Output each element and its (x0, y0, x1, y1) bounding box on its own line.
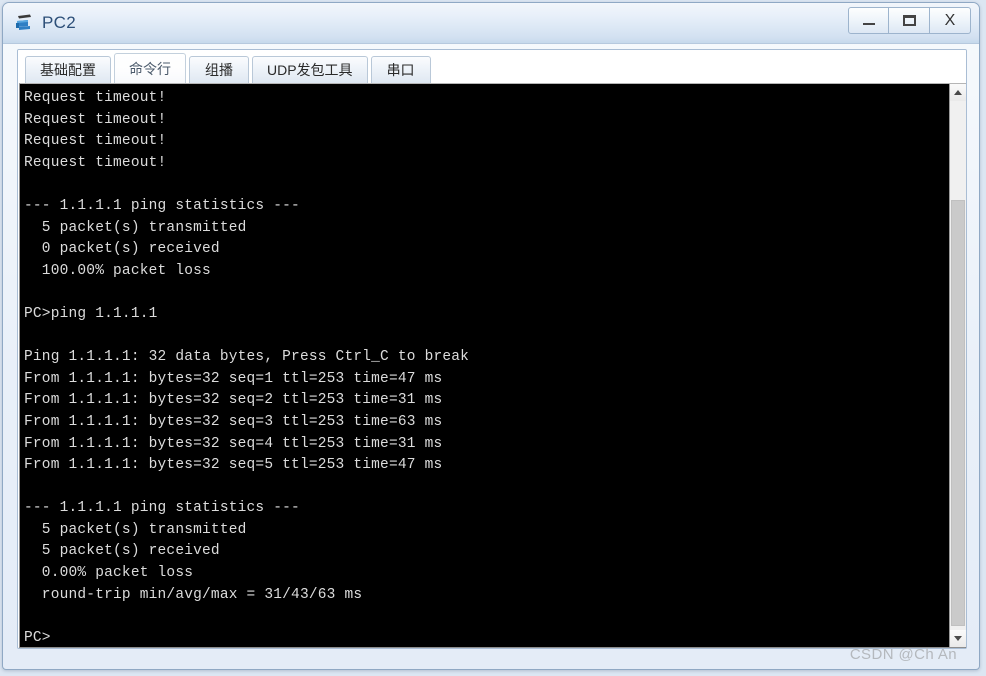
terminal-line: 0 packet(s) received (24, 241, 220, 258)
terminal-line: --- 1.1.1.1 ping statistics --- (24, 197, 300, 214)
close-icon: X (944, 11, 956, 29)
title-bar[interactable]: PC2 X (3, 3, 979, 44)
terminal-scrollbar[interactable] (949, 84, 966, 647)
maximize-button[interactable] (889, 7, 930, 34)
client-area: 基础配置 命令行 组播 UDP发包工具 串口 Request timeout! R… (17, 49, 967, 649)
tab-multicast[interactable]: 组播 (189, 56, 249, 83)
watermark-text: CSDN @Ch An (849, 646, 957, 663)
terminal-line: From 1.1.1.1: bytes=32 seq=4 ttl=253 tim… (24, 435, 443, 452)
tab-label: 命令行 (129, 60, 171, 77)
minimize-button[interactable] (848, 7, 889, 34)
terminal-line: 0.00% packet loss (24, 565, 194, 582)
maximize-icon (902, 15, 916, 26)
tab-udp-tool[interactable]: UDP发包工具 (252, 56, 368, 83)
tab-serial-port[interactable]: 串口 (370, 56, 431, 83)
terminal-line: 100.00% packet loss (24, 262, 211, 279)
terminal-line: Request timeout! (24, 133, 167, 150)
scrollbar-track[interactable] (950, 101, 966, 630)
chevron-up-icon (954, 90, 962, 95)
pc2-window: PC2 X 基础配置 命令行 组播 UDP发包工具 串口 Request tim… (2, 2, 980, 670)
terminal-line: From 1.1.1.1: bytes=32 seq=1 ttl=253 tim… (24, 370, 443, 387)
scrollbar-thumb[interactable] (951, 200, 965, 626)
minimize-icon (862, 23, 875, 25)
tab-basic-config[interactable]: 基础配置 (25, 56, 111, 83)
terminal-line: Request timeout! (24, 154, 167, 171)
terminal-line: From 1.1.1.1: bytes=32 seq=2 ttl=253 tim… (24, 392, 443, 409)
terminal-line: PC> (24, 629, 51, 646)
chevron-down-icon (954, 636, 962, 641)
scroll-down-button[interactable] (950, 630, 966, 647)
tab-strip: 基础配置 命令行 组播 UDP发包工具 串口 (18, 50, 966, 83)
close-button[interactable]: X (930, 7, 971, 34)
tab-label: 串口 (386, 62, 415, 78)
terminal-panel: Request timeout! Request timeout! Request … (19, 83, 966, 648)
terminal-line: From 1.1.1.1: bytes=32 seq=5 ttl=253 tim… (24, 457, 443, 474)
tab-label: 基础配置 (40, 62, 96, 78)
terminal-line: --- 1.1.1.1 ping statistics --- (24, 500, 300, 517)
terminal-line: round-trip min/avg/max = 31/43/63 ms (24, 586, 363, 603)
window-controls: X (848, 7, 971, 34)
tab-label: 组播 (205, 62, 233, 78)
terminal-line: Request timeout! (24, 111, 167, 128)
scroll-up-button[interactable] (950, 84, 966, 101)
terminal-line: 5 packet(s) transmitted (24, 521, 247, 538)
pc-computer-icon (14, 12, 36, 34)
terminal-line: PC>ping 1.1.1.1 (24, 305, 158, 322)
tab-label: UDP发包工具 (267, 62, 353, 78)
tab-command-line[interactable]: 命令行 (114, 53, 186, 83)
terminal-line: Request timeout! (24, 90, 167, 106)
terminal-line: Ping 1.1.1.1: 32 data bytes, Press Ctrl_… (24, 349, 470, 366)
window-title: PC2 (42, 13, 76, 32)
terminal-line: From 1.1.1.1: bytes=32 seq=3 ttl=253 tim… (24, 413, 443, 430)
terminal-output[interactable]: Request timeout! Request timeout! Request … (20, 84, 949, 647)
terminal-line: 5 packet(s) transmitted (24, 219, 247, 236)
terminal-line: 5 packet(s) received (24, 543, 220, 560)
